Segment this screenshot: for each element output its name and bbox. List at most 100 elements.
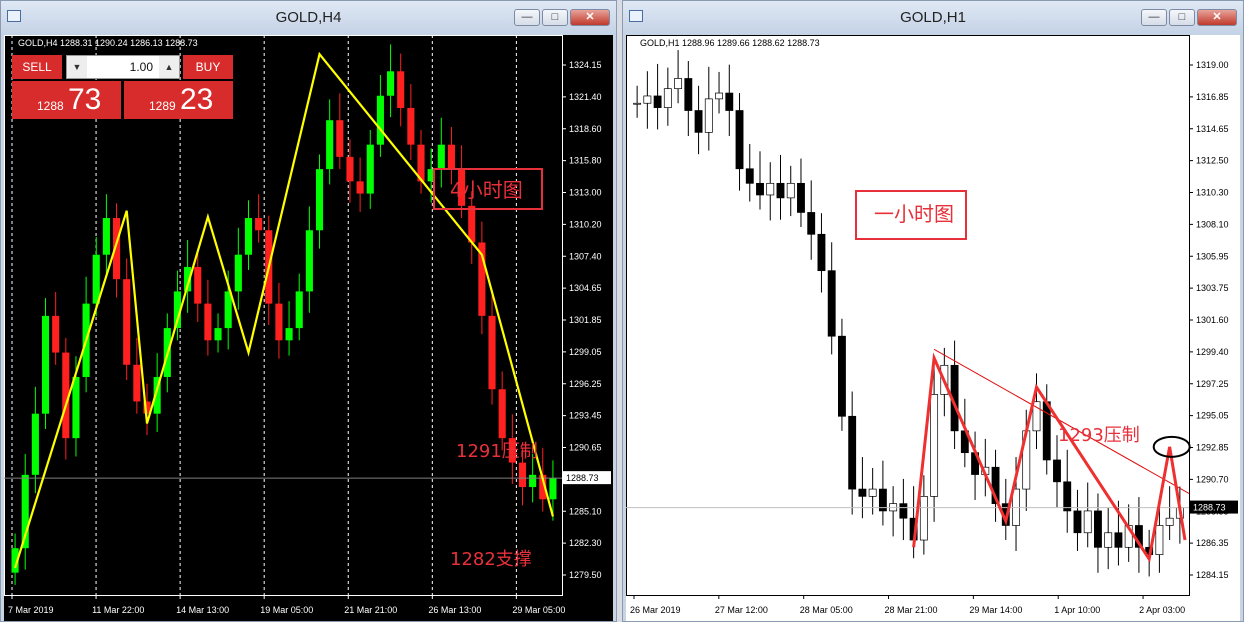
candle-body xyxy=(407,107,415,145)
y-tick-label: 1296.25 xyxy=(569,379,602,389)
y-tick-label: 1285.10 xyxy=(569,506,602,516)
left-chart-svg: 7 Mar 2019 11 Mar 22:00 14 Mar 13:00 19 Mar… xyxy=(4,35,611,615)
candle-body xyxy=(214,328,222,341)
candle-body xyxy=(518,462,527,488)
y-tick-label: 1308.10 xyxy=(1196,219,1229,229)
candle-body xyxy=(336,120,344,157)
y-tick-label: 1305.95 xyxy=(1196,251,1229,261)
y-tick-label: 1293.45 xyxy=(569,411,602,421)
right-titlebar[interactable]: GOLD,H1 — □ ✕ xyxy=(623,1,1243,35)
candle-body xyxy=(255,218,263,231)
y-tick-label: 1310.30 xyxy=(1196,188,1229,198)
candle-body xyxy=(1114,532,1123,548)
resistance-label: 1293压制 xyxy=(1058,425,1140,446)
left-titlebar[interactable]: GOLD,H4 — □ ✕ xyxy=(1,1,616,35)
y-tick-label: 1313.00 xyxy=(569,188,602,198)
candle-body xyxy=(919,496,928,541)
chart-info-text: GOLD,H1 1288.96 1289.66 1288.62 1288.73 xyxy=(640,38,820,48)
close-button[interactable]: ✕ xyxy=(1197,9,1237,26)
y-tick-label: 1310.20 xyxy=(569,219,602,229)
candle-body xyxy=(204,303,212,341)
y-tick-label: 1315.80 xyxy=(569,156,602,166)
right-chart-canvas[interactable]: 26 Mar 2019 27 Mar 12:00 28 Mar 05:00 28 Ma… xyxy=(626,35,1240,621)
candle-body xyxy=(356,181,364,194)
y-tick-label: 1318.60 xyxy=(569,124,602,134)
resistance-label: 1291压制 xyxy=(456,441,538,462)
x-tick-label: 19 Mar 05:00 xyxy=(260,605,313,615)
candle-body xyxy=(305,230,313,292)
minimize-button[interactable]: — xyxy=(514,9,540,26)
right-chart-window: GOLD,H1 — □ ✕ 26 Mar 2019 27 Mar 12:00 28 … xyxy=(622,0,1244,622)
one-click-trading-panel: SELL ▼ 1.00 ▲ BUY 1288 73 1289 23 xyxy=(12,55,233,119)
candle-body xyxy=(295,291,303,329)
candle-body xyxy=(326,120,334,170)
candle-body xyxy=(1073,510,1082,534)
support-label: 1282支撑 xyxy=(450,549,532,570)
left-chart-window: GOLD,H4 — □ ✕ 7 Mar 2019 11 Mar 22:00 14 M… xyxy=(0,0,617,622)
candle-body xyxy=(437,144,445,170)
candle-body xyxy=(397,71,405,108)
candle-body xyxy=(633,102,642,105)
y-tick-label: 1282.30 xyxy=(569,538,602,548)
left-chart-canvas[interactable]: 7 Mar 2019 11 Mar 22:00 14 Mar 13:00 19 Mar… xyxy=(4,35,613,621)
minimize-button[interactable]: — xyxy=(1141,9,1167,26)
candle-body xyxy=(102,218,110,255)
maximize-button[interactable]: □ xyxy=(1169,9,1195,26)
candle-body xyxy=(366,144,374,194)
y-tick-label: 1321.40 xyxy=(569,92,602,102)
candle-body xyxy=(704,98,713,133)
y-tick-label: 1314.65 xyxy=(1196,124,1229,134)
candle-body xyxy=(786,182,795,199)
candle-body xyxy=(858,488,867,497)
candle-body xyxy=(447,144,455,170)
buy-button[interactable]: BUY xyxy=(183,55,233,79)
y-tick-label: 1301.85 xyxy=(569,315,602,325)
candle-body xyxy=(899,503,908,519)
right-chart-svg: 26 Mar 2019 27 Mar 12:00 28 Mar 05:00 28 Ma… xyxy=(626,35,1238,615)
x-tick-label: 2 Apr 03:00 xyxy=(1139,605,1185,615)
annotation-box-label: 4小时图 xyxy=(450,178,523,202)
lot-size-value[interactable]: 1.00 xyxy=(87,56,159,78)
sell-button[interactable]: SELL xyxy=(12,55,62,79)
y-tick-label: 1292.85 xyxy=(1196,443,1229,453)
y-tick-label: 1297.25 xyxy=(1196,379,1229,389)
sell-price-button[interactable]: 1288 73 xyxy=(12,81,121,119)
y-tick-label: 1299.05 xyxy=(569,347,602,357)
x-tick-label: 21 Mar 21:00 xyxy=(344,605,397,615)
x-tick-label: 27 Mar 12:00 xyxy=(715,605,768,615)
buy-price-small: 1289 xyxy=(149,99,176,113)
candle-body xyxy=(1042,401,1051,461)
lot-decrease-icon[interactable]: ▼ xyxy=(67,56,87,78)
candle-body xyxy=(663,88,672,108)
candle-body xyxy=(1083,510,1092,534)
lot-size-field[interactable]: ▼ 1.00 ▲ xyxy=(66,55,180,79)
x-tick-label: 26 Mar 13:00 xyxy=(428,605,481,615)
candle-body xyxy=(194,266,202,304)
buy-price-button[interactable]: 1289 23 xyxy=(124,81,233,119)
candle-body xyxy=(756,182,764,196)
candle-body xyxy=(31,413,39,475)
candle-body xyxy=(745,168,754,184)
y-tick-label: 1290.65 xyxy=(569,443,602,453)
y-tick-label: 1301.60 xyxy=(1196,315,1229,325)
candle-body xyxy=(930,394,939,497)
candle-body xyxy=(224,291,232,329)
candle-body xyxy=(643,95,652,104)
candle-body xyxy=(1094,510,1102,548)
candle-body xyxy=(234,254,242,292)
lot-increase-icon[interactable]: ▲ xyxy=(159,56,179,78)
candle-body xyxy=(1155,525,1164,555)
current-price-label: 1288.73 xyxy=(566,473,599,483)
candle-body xyxy=(529,474,537,488)
candle-body xyxy=(868,488,877,497)
x-tick-label: 29 Mar 05:00 xyxy=(512,605,565,615)
close-button[interactable]: ✕ xyxy=(570,9,610,26)
y-tick-label: 1324.15 xyxy=(569,60,602,70)
x-tick-label: 28 Mar 21:00 xyxy=(885,605,938,615)
candle-body xyxy=(52,315,60,353)
maximize-button[interactable]: □ xyxy=(542,9,568,26)
candle-body xyxy=(285,328,293,341)
candle-body xyxy=(1165,517,1174,526)
y-tick-label: 1279.50 xyxy=(569,570,602,580)
chart-info-text: GOLD,H4 1288.31 1290.24 1286.13 1288.73 xyxy=(18,38,198,48)
